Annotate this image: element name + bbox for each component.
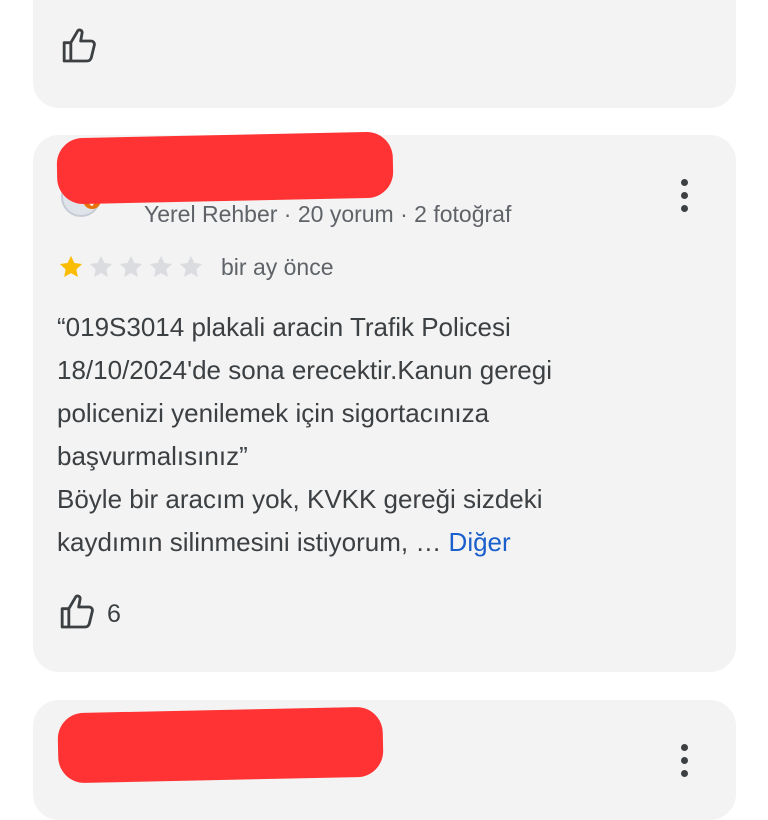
star-empty-icon [149, 255, 173, 278]
more-vert-icon-dot [680, 769, 688, 777]
review-text-line: başvurmalısınız” [57, 441, 248, 471]
review-text-line: “019S3014 plakali aracin Trafik Policesi [57, 312, 511, 342]
more-options-button[interactable] [669, 738, 699, 782]
review-text-line-last: kaydımın silinmesini istiyorum, … Diğer [57, 521, 697, 564]
more-vert-icon-dot [680, 756, 688, 764]
review-text-line: kaydımın silinmesini istiyorum, … [57, 527, 442, 557]
review-text-line: 18/10/2024'de sona erecektir.Kanun gereg… [57, 355, 553, 385]
like-button[interactable] [60, 26, 100, 71]
more-vert-icon-dot [680, 178, 688, 186]
redacted-reviewer-name [57, 706, 384, 784]
like-count: 6 [107, 600, 121, 628]
review-card-previous [33, 0, 736, 108]
like-button[interactable]: 6 [58, 592, 121, 637]
reviewer-stats: Yerel Rehber · 20 yorum · 2 fotoğraf [144, 201, 512, 227]
star-empty-icon [89, 255, 113, 278]
more-vert-icon-dot [680, 743, 688, 751]
review-card-next [33, 700, 736, 820]
star-empty-icon [119, 255, 143, 278]
redacted-reviewer-name [56, 131, 394, 205]
review-text-line: Böyle bir aracım yok, KVKK gereği sizdek… [57, 484, 543, 514]
more-vert-icon-dot [680, 191, 688, 199]
star-filled-icon [59, 255, 83, 278]
review-text-line: policenizi yenilemek için sigortacınıza [57, 398, 490, 428]
review-card: Yerel Rehber · 20 yorum · 2 fotoğraf bir… [33, 131, 736, 672]
star-empty-icon [179, 255, 203, 278]
review-date: bir ay önce [221, 254, 334, 280]
more-vert-icon-dot [680, 204, 688, 212]
thumb-up-icon [60, 26, 100, 71]
thumb-up-icon [58, 592, 98, 637]
more-options-button[interactable] [669, 173, 699, 217]
review-text: “019S3014 plakali aracin Trafik Policesi… [57, 306, 697, 564]
star-rating [57, 253, 205, 281]
read-more-link[interactable]: Diğer [449, 527, 511, 557]
